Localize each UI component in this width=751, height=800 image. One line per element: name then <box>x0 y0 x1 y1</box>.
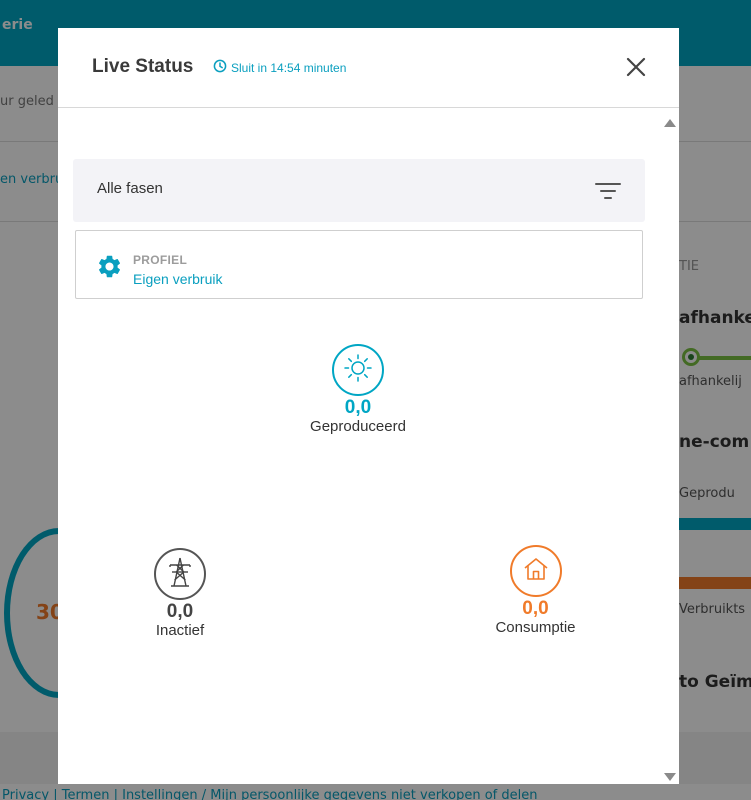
produced-circle <box>332 344 384 396</box>
live-status-modal: Live Status Sluit in 14:54 minuten Alle … <box>58 28 679 784</box>
consumption-node: 0,0 Consumptie <box>478 545 593 637</box>
close-timer: Sluit in 14:54 minuten <box>213 58 346 77</box>
scroll-down-button[interactable] <box>664 768 676 781</box>
filter-icon[interactable] <box>595 180 621 202</box>
timer-text: Sluit in 14:54 minuten <box>231 60 347 75</box>
modal-body: Alle fasen PROFIEL Eigen verbruik 0,0 Ge… <box>58 108 679 784</box>
profile-value[interactable]: Eigen verbruik <box>133 271 223 287</box>
produced-node: 0,0 Geproduceerd <box>293 344 423 436</box>
scroll-up-icon[interactable] <box>664 114 676 133</box>
sun-icon <box>343 353 373 387</box>
produced-value: 0,0 <box>344 397 372 418</box>
modal-title: Live Status <box>92 56 194 77</box>
close-icon[interactable] <box>624 57 648 83</box>
scroll-down-icon[interactable] <box>664 768 676 787</box>
house-icon <box>522 555 550 587</box>
grid-label: Inactief <box>155 622 205 639</box>
profile-card[interactable]: PROFIEL Eigen verbruik <box>75 230 643 299</box>
modal-header: Live Status Sluit in 14:54 minuten <box>58 28 679 108</box>
scroll-up-button[interactable] <box>664 114 676 127</box>
phase-selector[interactable]: Alle fasen <box>73 159 645 222</box>
consumption-label: Consumptie <box>495 619 576 636</box>
phase-selector-label: Alle fasen <box>97 180 163 197</box>
close-button[interactable] <box>624 55 648 79</box>
grid-circle <box>154 548 206 600</box>
power-tower-icon <box>166 556 194 592</box>
consumption-circle <box>509 545 562 597</box>
consumption-value: 0,0 <box>522 598 549 619</box>
gear-icon <box>96 253 123 280</box>
produced-label: Geproduceerd <box>310 418 406 435</box>
grid-node: 0,0 Inactief <box>130 548 230 640</box>
grid-value: 0,0 <box>166 601 194 622</box>
clock-icon <box>213 58 227 77</box>
profile-caption: PROFIEL <box>133 253 188 267</box>
